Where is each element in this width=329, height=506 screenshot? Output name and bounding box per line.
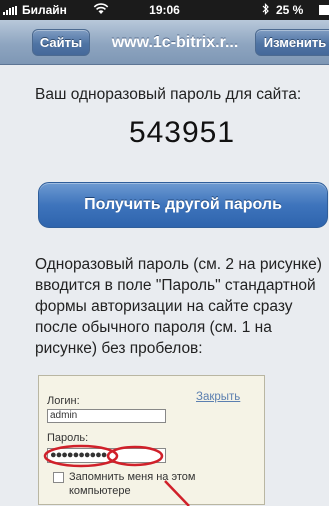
get-other-password-button[interactable]: Получить другой пароль	[38, 182, 328, 228]
bluetooth-icon	[262, 3, 270, 18]
password-label: Ваш одноразовый пароль для сайта:	[35, 86, 302, 103]
highlight-overlay	[43, 444, 190, 506]
battery-icon	[319, 5, 329, 15]
edit-button[interactable]: Изменить	[255, 29, 329, 56]
one-time-password: 543951	[128, 116, 236, 149]
highlight-arrow	[164, 480, 190, 506]
highlight-ellipse-1	[43, 444, 119, 468]
navigation-bar: Сайты www.1c-bitrix.r... Изменить	[0, 20, 329, 65]
login-form-illustration: Логин: Закрыть admin Пароль: ●●●●●●●●●● …	[38, 375, 265, 506]
nav-title: www.1c-bitrix.r...	[111, 34, 239, 51]
instructions-text: Одноразовый пароль (см. 2 на рисунке) вв…	[35, 256, 322, 357]
sites-button[interactable]: Сайты	[32, 29, 90, 56]
battery-percent: 25 %	[276, 3, 304, 17]
status-bar: Билайн 19:06 25 %	[0, 0, 329, 20]
